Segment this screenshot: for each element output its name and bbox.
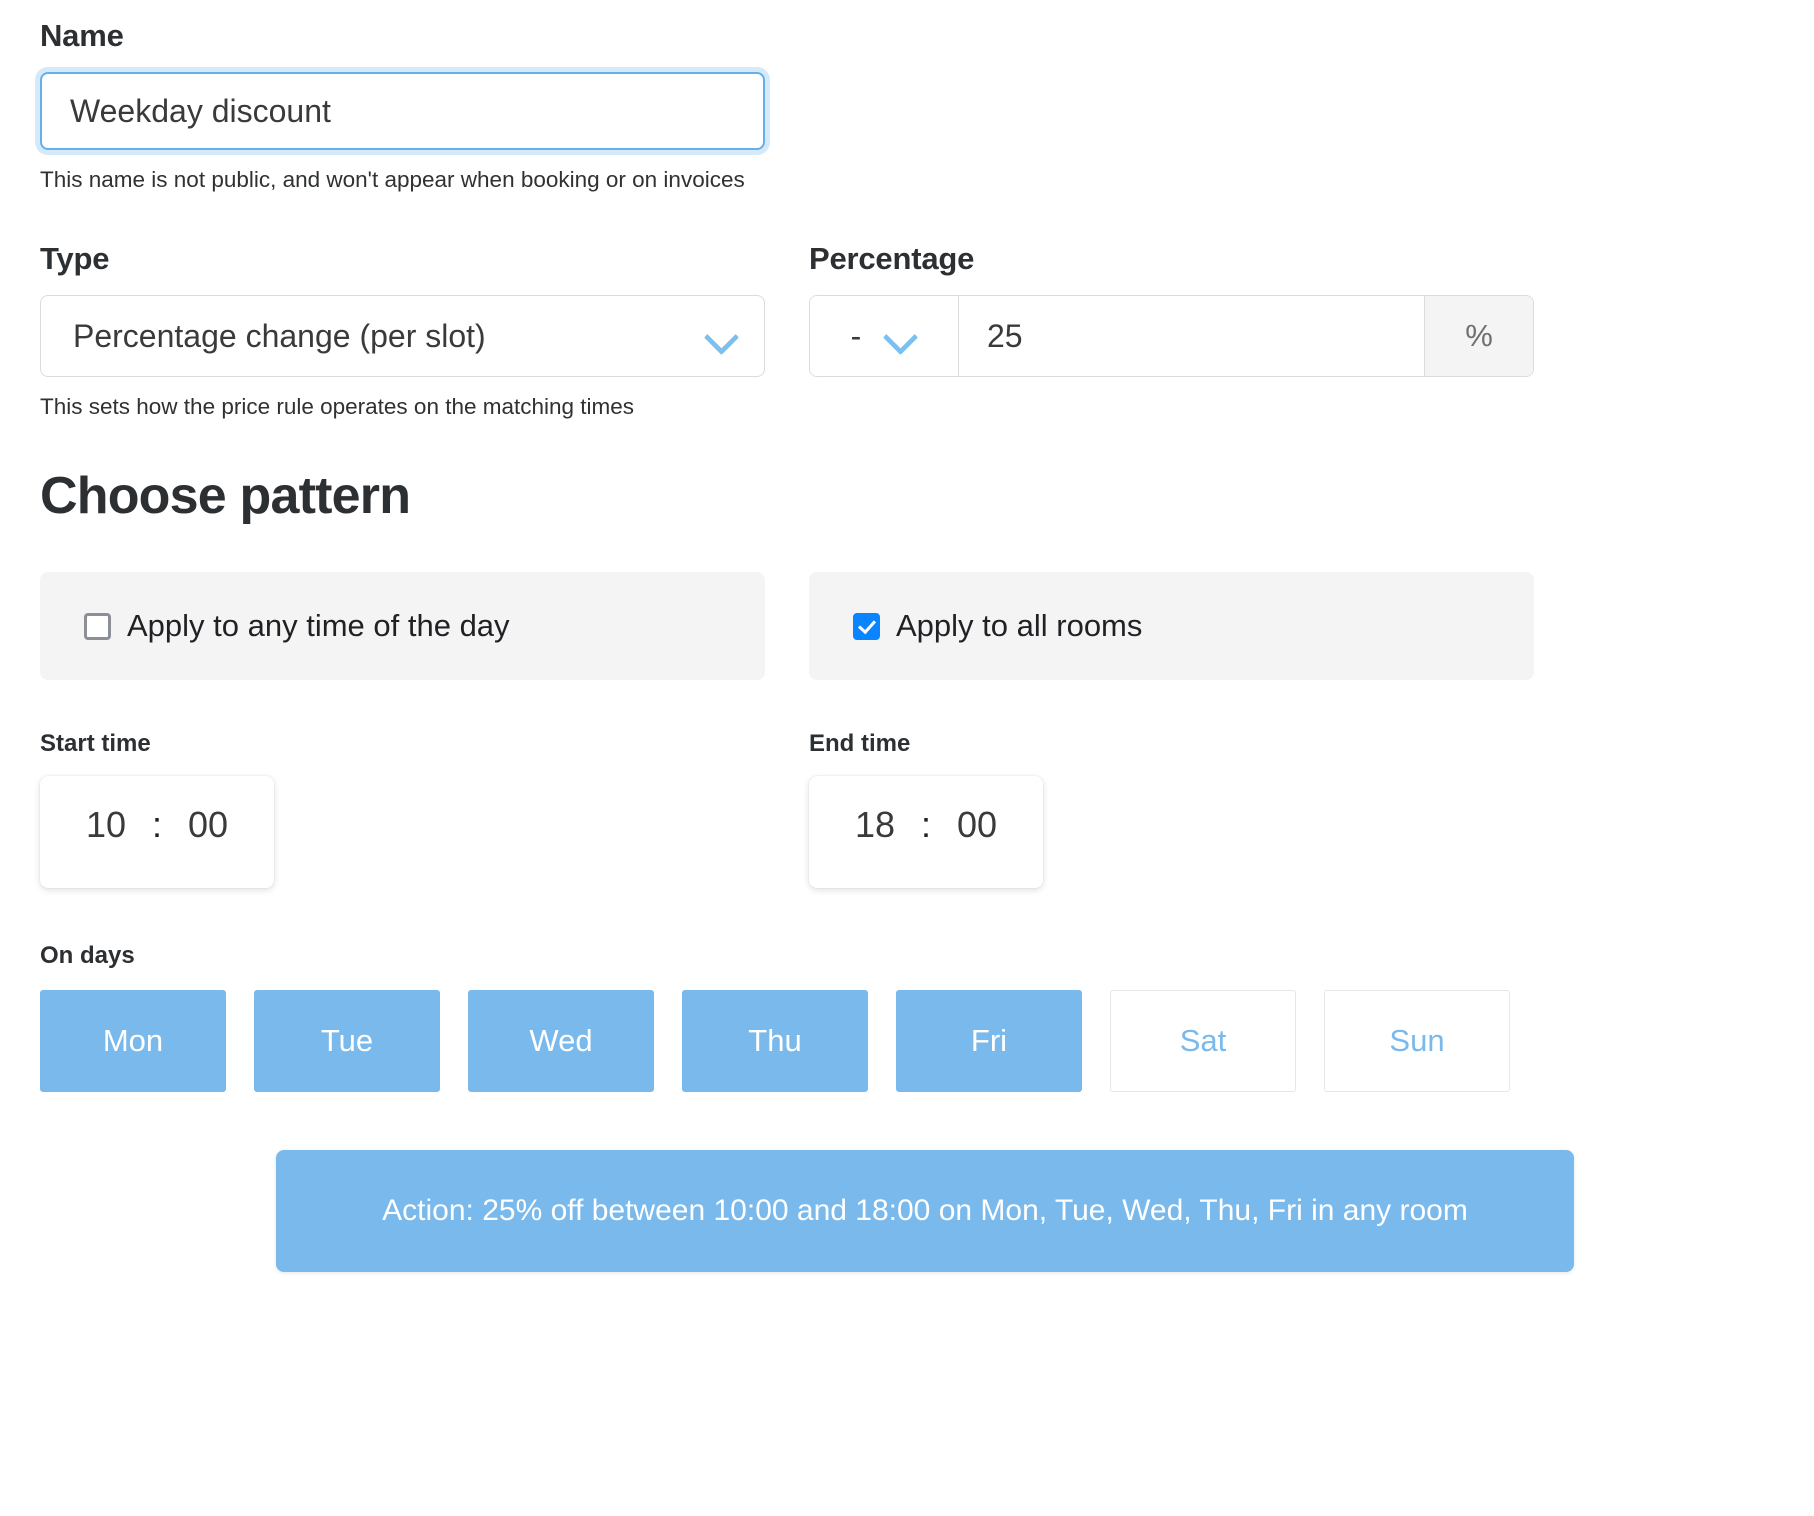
type-percentage-row: Type Percentage change (per slot) This s…: [40, 241, 1774, 420]
on-days-selector: Mon Tue Wed Thu Fri Sat Sun: [40, 990, 1774, 1092]
any-time-panel-col: Apply to any time of the day: [40, 572, 765, 680]
end-time-hour[interactable]: 18: [855, 804, 895, 846]
price-rule-form: Name Weekday discount This name is not p…: [0, 0, 1814, 1516]
chevron-down-icon: [883, 319, 917, 353]
end-time-minute[interactable]: 00: [957, 804, 997, 846]
day-button-thu[interactable]: Thu: [682, 990, 868, 1092]
start-time-section: Start time 10 : 00: [40, 730, 765, 888]
end-time-label: End time: [809, 730, 911, 757]
start-time-label: Start time: [40, 730, 151, 757]
percentage-input-group: - 25 %: [809, 295, 1534, 377]
type-label: Type: [40, 241, 110, 276]
percentage-sign-select[interactable]: -: [810, 296, 959, 376]
name-input[interactable]: Weekday discount: [40, 72, 765, 150]
all-rooms-panel-col: Apply to all rooms: [809, 572, 1534, 680]
type-select[interactable]: Percentage change (per slot): [40, 295, 765, 377]
day-button-wed[interactable]: Wed: [468, 990, 654, 1092]
type-section: Type Percentage change (per slot) This s…: [40, 241, 765, 420]
chevron-down-icon: [704, 319, 738, 353]
percentage-label: Percentage: [809, 241, 975, 276]
name-helper-text: This name is not public, and won't appea…: [40, 167, 745, 192]
name-section: Name Weekday discount This name is not p…: [40, 0, 1774, 193]
type-select-value: Percentage change (per slot): [73, 317, 486, 354]
name-label: Name: [40, 18, 124, 53]
percentage-sign-value: -: [850, 317, 862, 354]
percentage-section: Percentage - 25 %: [809, 241, 1534, 420]
choose-pattern-heading: Choose pattern: [40, 467, 411, 525]
apply-any-time-label: Apply to any time of the day: [127, 608, 510, 643]
percentage-unit-suffix: %: [1424, 296, 1533, 376]
percentage-amount-value: 25: [987, 317, 1023, 354]
start-time-minute[interactable]: 00: [188, 804, 228, 846]
pattern-checkbox-row: Apply to any time of the day Apply to al…: [40, 572, 1774, 680]
name-input-value: Weekday discount: [70, 92, 331, 129]
on-days-label: On days: [40, 942, 135, 969]
time-row: Start time 10 : 00 End time 18 : 00: [40, 730, 1774, 888]
apply-all-rooms-checkbox[interactable]: [853, 612, 880, 640]
apply-any-time-checkbox-row[interactable]: Apply to any time of the day: [40, 572, 765, 680]
percentage-amount-input[interactable]: 25: [959, 296, 1424, 376]
day-button-sun[interactable]: Sun: [1324, 990, 1510, 1092]
day-button-fri[interactable]: Fri: [896, 990, 1082, 1092]
day-button-sat[interactable]: Sat: [1110, 990, 1296, 1092]
action-banner-container: Action: 25% off between 10:00 and 18:00 …: [40, 1150, 1774, 1272]
action-summary-banner: Action: 25% off between 10:00 and 18:00 …: [276, 1150, 1574, 1272]
start-time-picker[interactable]: 10 : 00: [40, 776, 274, 888]
start-time-separator: :: [151, 804, 162, 845]
start-time-hour[interactable]: 10: [86, 804, 126, 846]
apply-all-rooms-checkbox-row[interactable]: Apply to all rooms: [809, 572, 1534, 680]
end-time-separator: :: [920, 804, 931, 845]
day-button-tue[interactable]: Tue: [254, 990, 440, 1092]
day-button-mon[interactable]: Mon: [40, 990, 226, 1092]
apply-any-time-checkbox[interactable]: [84, 612, 111, 640]
end-time-picker[interactable]: 18 : 00: [809, 776, 1043, 888]
apply-all-rooms-label: Apply to all rooms: [896, 608, 1143, 643]
end-time-section: End time 18 : 00: [809, 730, 1534, 888]
type-helper-text: This sets how the price rule operates on…: [40, 394, 635, 419]
